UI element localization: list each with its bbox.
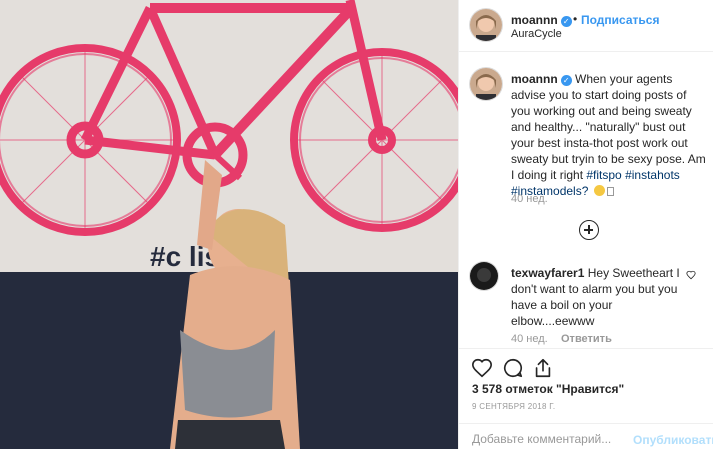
verified-badge-icon: ✓ bbox=[560, 16, 572, 27]
photo-artwork: #c liss bbox=[0, 0, 458, 449]
location-link[interactable]: AuraCycle bbox=[511, 28, 562, 40]
load-more-comments-button[interactable] bbox=[579, 220, 599, 240]
comment: texwayfarer1 Hey Sweetheart I don't want… bbox=[511, 265, 691, 329]
add-comment-input[interactable] bbox=[472, 432, 632, 446]
add-comment-bar: Опубликовать bbox=[459, 423, 713, 449]
post-side-panel: moannn ✓ • Подписаться AuraCycle moannn ✓ … bbox=[458, 0, 713, 449]
caption-author-avatar[interactable] bbox=[470, 68, 502, 100]
like-heart-icon[interactable] bbox=[471, 357, 493, 379]
comment-like-heart-icon[interactable] bbox=[686, 270, 696, 280]
unknown-glyph-icon bbox=[606, 187, 614, 196]
author-username[interactable]: moannn ✓ bbox=[511, 13, 572, 27]
likes-count[interactable]: 3 578 отметок "Нравится" bbox=[472, 382, 624, 396]
caption-text: When your agents advise you to start doi… bbox=[511, 72, 706, 182]
commenter-avatar[interactable] bbox=[470, 262, 498, 290]
comment-bubble-icon[interactable] bbox=[502, 357, 524, 379]
hashtag-instahots[interactable]: #instahots bbox=[625, 168, 680, 182]
comment-time: 40 нед. bbox=[511, 333, 548, 345]
share-icon[interactable] bbox=[532, 357, 554, 379]
author-username-text: moannn bbox=[511, 13, 558, 27]
commenter-username[interactable]: texwayfarer1 bbox=[511, 266, 584, 280]
follow-button[interactable]: Подписаться bbox=[581, 13, 659, 27]
verified-badge-icon: ✓ bbox=[560, 75, 572, 86]
hashtag-fitspo[interactable]: #fitspo bbox=[586, 168, 621, 182]
post-header: moannn ✓ • Подписаться AuraCycle bbox=[459, 0, 713, 52]
publish-button[interactable]: Опубликовать bbox=[633, 433, 713, 447]
post-caption: moannn ✓ When your agents advise you to s… bbox=[511, 71, 707, 199]
post-date: 9 СЕНТЯБРЯ 2018 Г. bbox=[472, 402, 556, 411]
caption-time[interactable]: 40 нед. bbox=[511, 193, 548, 205]
post-photo[interactable]: #c liss bbox=[0, 0, 458, 449]
caption-username[interactable]: moannn bbox=[511, 72, 558, 86]
header-separator: • bbox=[573, 12, 578, 26]
grinning-emoji-icon bbox=[593, 185, 605, 196]
author-avatar[interactable] bbox=[470, 9, 502, 41]
reply-button[interactable]: Ответить bbox=[561, 333, 612, 345]
